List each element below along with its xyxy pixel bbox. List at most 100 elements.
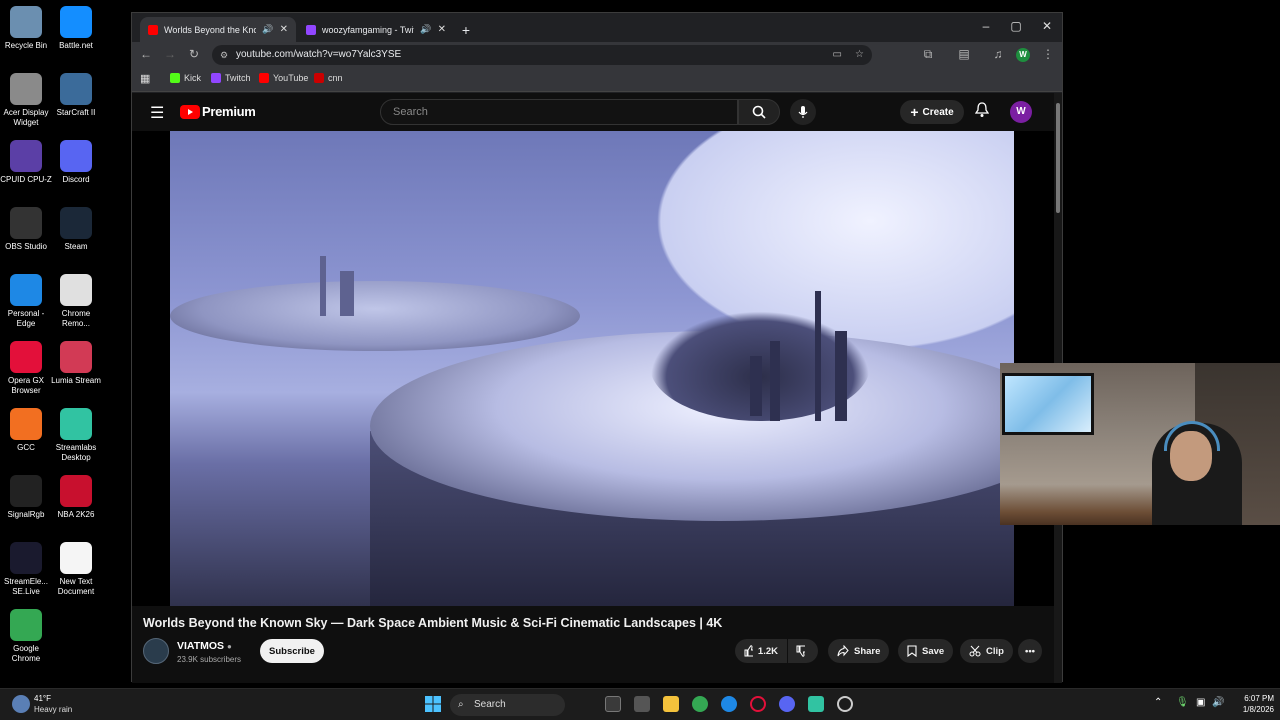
- speaker-icon[interactable]: 🔊: [420, 24, 431, 35]
- share-button[interactable]: Share: [828, 639, 890, 663]
- chevron-up-icon[interactable]: ⌃: [1154, 697, 1162, 708]
- desktop-icon-label: Streamlabs Desktop: [55, 443, 97, 462]
- desktop-icon-obs-studio[interactable]: OBS Studio: [0, 207, 52, 252]
- desktop-icon-google-chrome[interactable]: Google Chrome: [0, 609, 52, 664]
- close-tab-icon[interactable]: ✕: [438, 24, 446, 35]
- windows-start-icon[interactable]: [425, 696, 441, 712]
- opera-gx-icon[interactable]: [750, 696, 766, 712]
- dislike-button[interactable]: [788, 639, 818, 663]
- tab-title: Worlds Beyond the Known: [164, 24, 257, 35]
- widgets-icon[interactable]: [634, 696, 650, 712]
- discord-icon[interactable]: [779, 696, 795, 712]
- browser-window: Worlds Beyond the Known 🔊 ✕ woozyfamgami…: [131, 12, 1063, 683]
- desktop-icon-acer-display-widget[interactable]: Acer Display Widget: [0, 73, 52, 128]
- more-actions-button[interactable]: •••: [1018, 639, 1042, 663]
- taskbar-search[interactable]: ⌕ Search: [450, 694, 565, 716]
- back-icon[interactable]: ←: [138, 47, 154, 61]
- desktop-icon-new-text-document[interactable]: New Text Document: [50, 542, 102, 597]
- tab-twitch[interactable]: woozyfamgaming - Twitch 🔊 ✕: [298, 17, 454, 42]
- user-avatar[interactable]: W: [1010, 101, 1032, 123]
- desktop-icon-nba-2k26[interactable]: NBA 2K26: [50, 475, 102, 520]
- bookmarks-bar: ▦ Kick Twitch YouTube cnn: [132, 68, 1062, 92]
- search-button[interactable]: [738, 99, 780, 125]
- voice-search-button[interactable]: [790, 99, 816, 125]
- minimize-icon[interactable]: –: [976, 19, 996, 33]
- desktop-icon-starcraft-ii[interactable]: StarCraft II: [50, 73, 102, 118]
- twitch-favicon-icon: [306, 24, 316, 35]
- save-button[interactable]: Save: [898, 639, 954, 663]
- channel-name[interactable]: VIATMOS ●: [177, 640, 232, 652]
- bookmark-twitch[interactable]: Twitch: [211, 73, 251, 83]
- extensions-icon[interactable]: ⧉: [920, 47, 936, 62]
- task-view-icon[interactable]: [605, 696, 621, 712]
- tab-strip: Worlds Beyond the Known 🔊 ✕ woozyfamgami…: [132, 13, 1062, 42]
- reload-icon[interactable]: ↻: [186, 47, 202, 61]
- youtube-logo[interactable]: Premium: [180, 104, 256, 119]
- profile-avatar[interactable]: W: [1016, 48, 1030, 62]
- network-icon[interactable]: ▣: [1196, 697, 1205, 708]
- chrome-icon[interactable]: [692, 696, 708, 712]
- like-button[interactable]: 1.2K: [735, 639, 787, 663]
- windows-taskbar: 41°F Heavy rain ⌕ Search ⌃ 🎙 ▣ 🔊 6:07 PM…: [0, 688, 1280, 720]
- new-tab-button[interactable]: +: [454, 17, 478, 42]
- notifications-bell-icon[interactable]: [974, 102, 990, 121]
- search-input[interactable]: Search: [380, 99, 738, 125]
- microphone-icon[interactable]: 🎙: [1176, 697, 1189, 708]
- desktop-icon-discord[interactable]: Discord: [50, 140, 102, 185]
- site-info-icon[interactable]: ⚙: [220, 45, 228, 65]
- tab-youtube[interactable]: Worlds Beyond the Known 🔊 ✕: [140, 17, 296, 42]
- desktop-icon-streamlabs-desktop[interactable]: Streamlabs Desktop: [50, 408, 102, 463]
- desktop-icon-signalrgb[interactable]: SignalRgb: [0, 475, 52, 520]
- subscriber-count: 23.9K subscribers: [177, 655, 242, 664]
- hamburger-menu-icon[interactable]: ☰: [150, 103, 164, 123]
- subscribe-button[interactable]: Subscribe: [260, 639, 324, 663]
- weather-temp[interactable]: 41°F: [34, 694, 51, 703]
- close-tab-icon[interactable]: ✕: [280, 24, 288, 35]
- streamlabs-icon[interactable]: [808, 696, 824, 712]
- apps-grid-icon[interactable]: ▦: [140, 72, 150, 85]
- desktop-icon-gcc[interactable]: GCC: [0, 408, 52, 453]
- share-icon: [837, 645, 849, 657]
- desktop-icon-cpuid-cpu-z[interactable]: CPUID CPU-Z: [0, 140, 52, 185]
- video-frame[interactable]: [170, 131, 1014, 606]
- bookmark-save-icon: [907, 645, 917, 657]
- desktop-icon-opera-gx-browser[interactable]: Opera GX Browser: [0, 341, 52, 396]
- file-explorer-icon[interactable]: [663, 696, 679, 712]
- desktop-icon-recycle-bin[interactable]: Recycle Bin: [0, 6, 52, 51]
- desktop-icon-streamele-se-live[interactable]: StreamEle... SE.Live: [0, 542, 52, 597]
- split-view-icon[interactable]: ▤: [956, 47, 972, 61]
- menu-kebab-icon[interactable]: ⋮: [1040, 47, 1056, 61]
- edge-icon[interactable]: [721, 696, 737, 712]
- create-button[interactable]: + Create: [900, 100, 964, 124]
- clock[interactable]: 6:07 PM 1/8/2026: [1228, 694, 1274, 714]
- desktop-icon-personal-edge[interactable]: Personal - Edge: [0, 274, 52, 329]
- app-icon: [10, 207, 42, 239]
- maximize-icon[interactable]: ▢: [1006, 19, 1026, 33]
- desktop-icon-steam[interactable]: Steam: [50, 207, 102, 252]
- bookmark-youtube[interactable]: YouTube: [259, 73, 308, 83]
- bookmark-kick[interactable]: Kick: [170, 73, 201, 83]
- close-window-icon[interactable]: ✕: [1037, 19, 1057, 33]
- forward-icon[interactable]: →: [162, 47, 178, 61]
- desktop-icon-battle-net[interactable]: Battle.net: [50, 6, 102, 51]
- volume-icon[interactable]: 🔊: [1212, 697, 1224, 708]
- weather-rain-icon[interactable]: [12, 695, 30, 713]
- desktop-icon-chrome-remo[interactable]: Chrome Remo...: [50, 274, 102, 329]
- video-info: Worlds Beyond the Known Sky — Dark Space…: [132, 606, 1054, 683]
- app-icon: [60, 207, 92, 239]
- weather-desc[interactable]: Heavy rain: [34, 705, 72, 714]
- address-bar[interactable]: ⚙ youtube.com/watch?v=wo7Yalc3YSE ▭ ☆: [212, 45, 872, 65]
- clip-label: Clip: [986, 645, 1004, 657]
- media-controls-icon[interactable]: ♫: [990, 47, 1006, 61]
- clip-button[interactable]: Clip: [960, 639, 1013, 663]
- bookmark-star-icon[interactable]: ☆: [855, 45, 864, 65]
- speaker-icon[interactable]: 🔊: [262, 24, 273, 35]
- video-player[interactable]: [132, 131, 1054, 606]
- channel-avatar[interactable]: [143, 638, 169, 664]
- bookmark-cnn[interactable]: cnn: [314, 73, 343, 83]
- obs-icon[interactable]: [837, 696, 853, 712]
- tower-spire: [320, 256, 326, 316]
- scrollbar-thumb[interactable]: [1056, 103, 1060, 213]
- install-app-icon[interactable]: ▭: [833, 45, 842, 65]
- desktop-icon-lumia-stream[interactable]: Lumia Stream: [50, 341, 102, 386]
